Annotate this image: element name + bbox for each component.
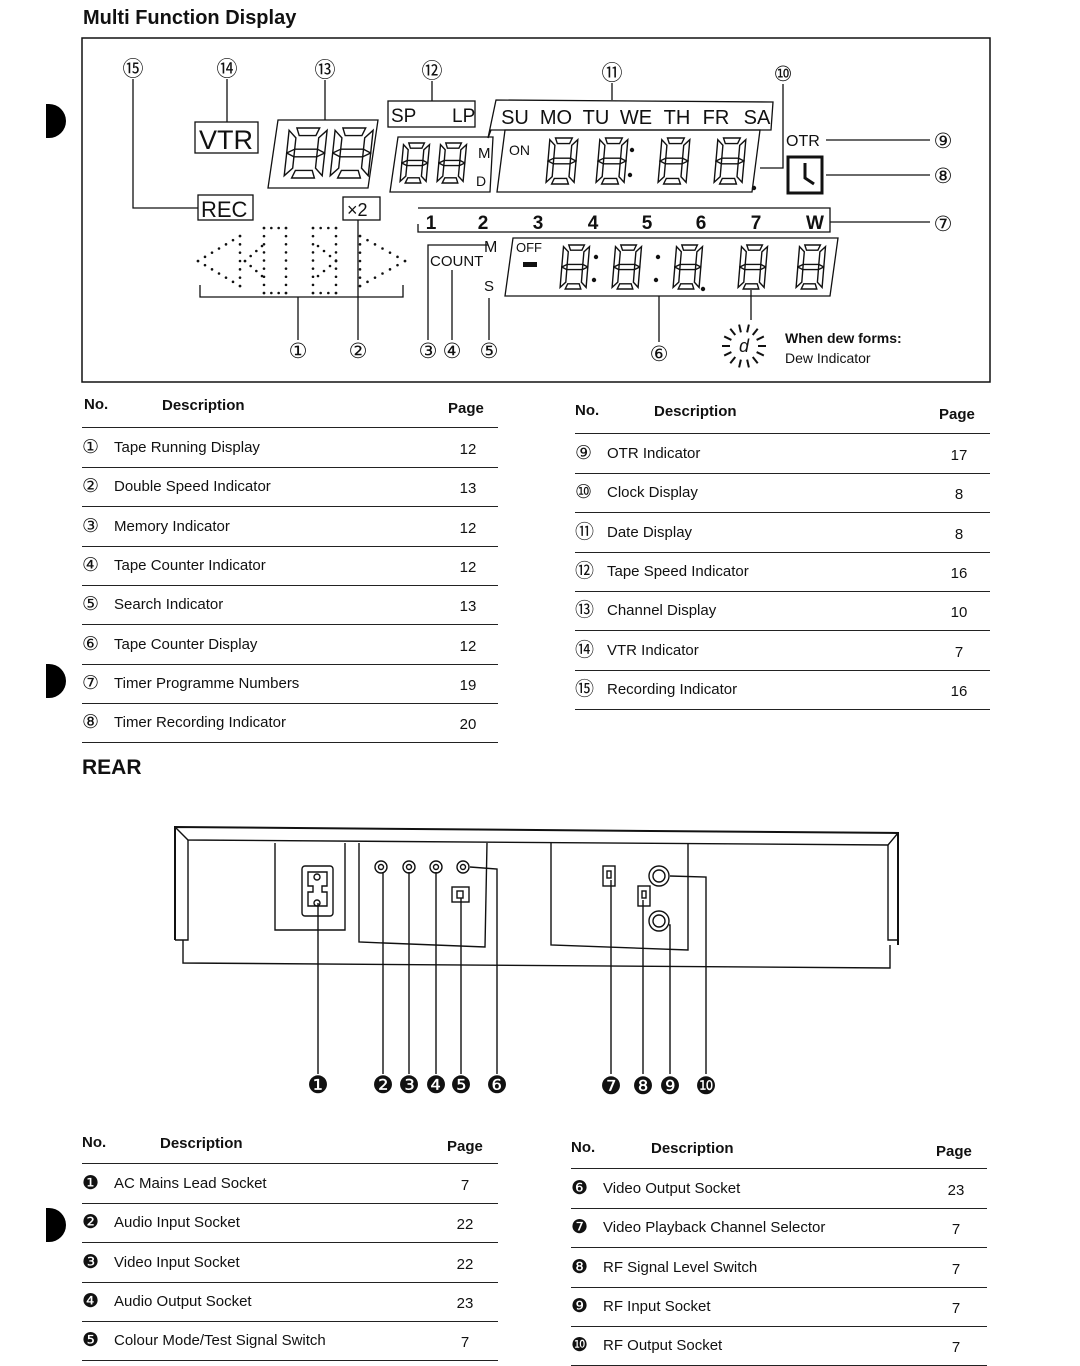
item-number: ❺ xyxy=(82,1330,100,1352)
item-number: ❻ xyxy=(571,1178,589,1199)
item-number: ❹ xyxy=(82,1290,100,1312)
item-number: ❿ xyxy=(571,1335,589,1357)
table-row: ❶ AC Mains Lead Socket 7 xyxy=(82,1164,498,1204)
item-description: Video Input Socket xyxy=(114,1253,240,1271)
table-row: ❾ RF Input Socket 7 xyxy=(571,1287,987,1327)
col-no: No. xyxy=(571,1139,596,1156)
item-description: AC Mains Lead Socket xyxy=(114,1175,267,1192)
rear-callout-4: ❹ xyxy=(425,1072,447,1099)
item-number: ❽ xyxy=(571,1256,589,1278)
item-number: ❷ xyxy=(82,1212,100,1234)
rear-callout-3: ❸ xyxy=(398,1072,420,1099)
col-page: Page xyxy=(447,1138,483,1155)
item-page: 7 xyxy=(951,1299,961,1317)
table-row: ❼ Video Playback Channel Selector 7 xyxy=(571,1208,987,1249)
item-page: 22 xyxy=(456,1216,474,1234)
col-no: No. xyxy=(82,1134,107,1151)
table-row: ❷ Audio Input Socket 22 xyxy=(82,1203,498,1244)
rear-callout-8: ❽ xyxy=(632,1073,654,1100)
item-description: RF Signal Level Switch xyxy=(603,1258,758,1276)
item-description: Video Output Socket xyxy=(603,1180,741,1197)
table-row: ❻ Video Output Socket 23 xyxy=(571,1169,987,1209)
item-description: RF Output Socket xyxy=(603,1337,723,1355)
item-page: 7 xyxy=(951,1260,961,1278)
item-description: Video Playback Channel Selector xyxy=(603,1219,826,1237)
item-page: 7 xyxy=(460,1334,470,1352)
item-description: Audio Input Socket xyxy=(114,1214,240,1232)
item-page: 23 xyxy=(456,1294,474,1312)
item-page: 22 xyxy=(456,1255,474,1273)
item-number: ❾ xyxy=(571,1295,589,1317)
item-page: 23 xyxy=(947,1182,965,1199)
item-page: 7 xyxy=(951,1221,961,1239)
item-description: Audio Output Socket xyxy=(114,1292,252,1310)
table-row: ❺ Colour Mode/Test Signal Switch 7 xyxy=(82,1321,498,1362)
item-description: Colour Mode/Test Signal Switch xyxy=(114,1332,326,1350)
table-row: ❿ RF Output Socket 7 xyxy=(571,1326,987,1366)
col-description: Description xyxy=(160,1135,243,1152)
table-row: ❸ Video Input Socket 22 xyxy=(82,1243,498,1283)
item-page: 7 xyxy=(951,1339,961,1357)
col-description: Description xyxy=(651,1140,734,1157)
item-page: 7 xyxy=(460,1177,470,1194)
rear-callout-7: ❼ xyxy=(600,1073,622,1100)
table-row: ❽ RF Signal Level Switch 7 xyxy=(571,1248,987,1288)
rear-callout-1: ❶ xyxy=(307,1072,329,1099)
item-number: ❸ xyxy=(82,1251,100,1273)
item-number: ❼ xyxy=(571,1217,589,1239)
rear-callout-6: ❻ xyxy=(486,1072,508,1099)
col-page: Page xyxy=(936,1143,972,1160)
rear-callout-10: ❿ xyxy=(695,1073,717,1100)
rear-callout-5: ❺ xyxy=(450,1072,472,1099)
rear-callout-2: ❷ xyxy=(372,1072,394,1099)
rear-callout-9: ❾ xyxy=(659,1073,681,1100)
table-row: ❹ Audio Output Socket 23 xyxy=(82,1282,498,1322)
item-number: ❶ xyxy=(82,1173,100,1194)
item-description: RF Input Socket xyxy=(603,1297,711,1315)
